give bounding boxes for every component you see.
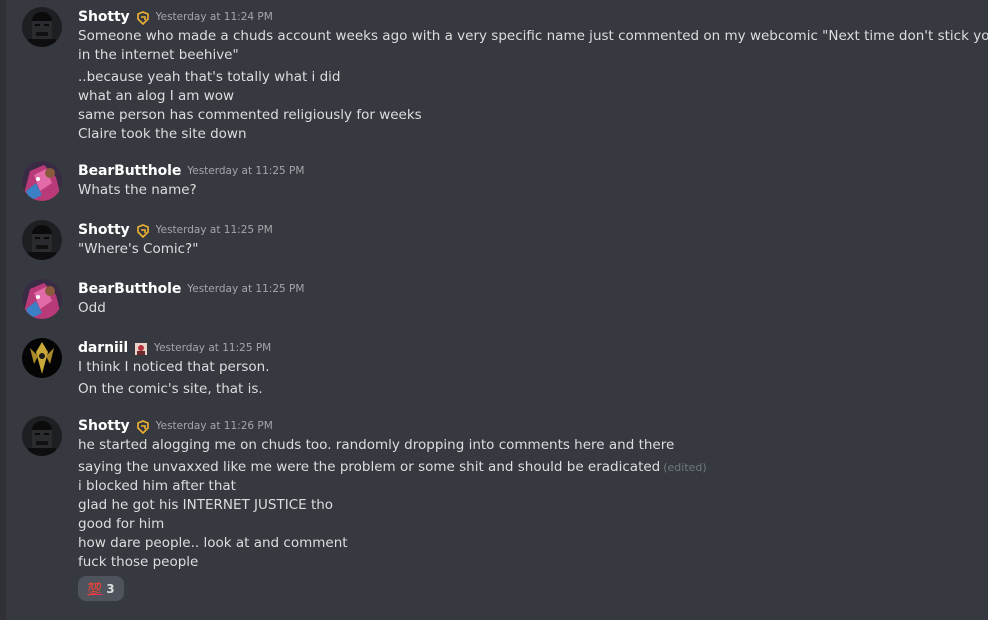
username[interactable]: Shotty	[78, 418, 130, 434]
username[interactable]: Shotty	[78, 222, 130, 238]
message-line: On the comic's site, that is.	[78, 381, 263, 397]
role-icon	[134, 341, 148, 355]
username[interactable]: BearButthole	[78, 281, 181, 297]
avatar[interactable]	[22, 7, 62, 47]
message-line: ..because yeah that's totally what i did	[78, 69, 341, 85]
avatar[interactable]	[22, 279, 62, 319]
reaction-button[interactable]: 💯 3	[78, 576, 124, 601]
message-line: I think I noticed that person.	[78, 359, 270, 375]
edited-label: (edited)	[663, 461, 707, 474]
server-boost-badge-icon	[136, 419, 150, 435]
message-text: saying the unvaxxed like me were the pro…	[78, 459, 661, 475]
avatar[interactable]	[22, 416, 62, 456]
message-line: i blocked him after that	[78, 478, 236, 494]
message-line: "Where's Comic?"	[78, 241, 199, 257]
message-line: saying the unvaxxed like me were the pro…	[78, 458, 707, 477]
message-line: Someone who made a chuds account weeks a…	[78, 28, 988, 44]
timestamp: Yesterday at 11:24 PM	[155, 11, 273, 23]
username[interactable]: BearButthole	[78, 163, 181, 179]
message-line: Whats the name?	[78, 182, 197, 198]
message-line: good for him	[78, 516, 165, 532]
timestamp: Yesterday at 11:26 PM	[155, 420, 273, 432]
username[interactable]: Shotty	[78, 9, 130, 25]
message-line: what an alog I am wow	[78, 88, 235, 104]
message-line: Odd	[78, 300, 106, 316]
reaction-count: 3	[106, 581, 115, 596]
message-line: in the internet beehive"	[78, 47, 239, 63]
left-gutter	[0, 0, 6, 620]
message-line: same person has commented religiously fo…	[78, 107, 422, 123]
message-line: Claire took the site down	[78, 126, 247, 142]
timestamp: Yesterday at 11:25 PM	[154, 342, 272, 354]
avatar[interactable]	[22, 220, 62, 260]
server-boost-badge-icon	[136, 10, 150, 26]
timestamp: Yesterday at 11:25 PM	[155, 224, 273, 236]
timestamp: Yesterday at 11:25 PM	[187, 283, 305, 295]
username[interactable]: darniil	[78, 340, 128, 356]
hundred-points-icon: 💯	[87, 581, 103, 596]
message-line: how dare people.. look at and comment	[78, 535, 348, 551]
message-line: fuck those people	[78, 554, 199, 570]
message-line: glad he got his INTERNET JUSTICE tho	[78, 497, 334, 513]
avatar[interactable]	[22, 161, 62, 201]
timestamp: Yesterday at 11:25 PM	[187, 165, 305, 177]
message-line: he started alogging me on chuds too. ran…	[78, 437, 675, 453]
avatar[interactable]	[22, 338, 62, 378]
server-boost-badge-icon	[136, 223, 150, 239]
